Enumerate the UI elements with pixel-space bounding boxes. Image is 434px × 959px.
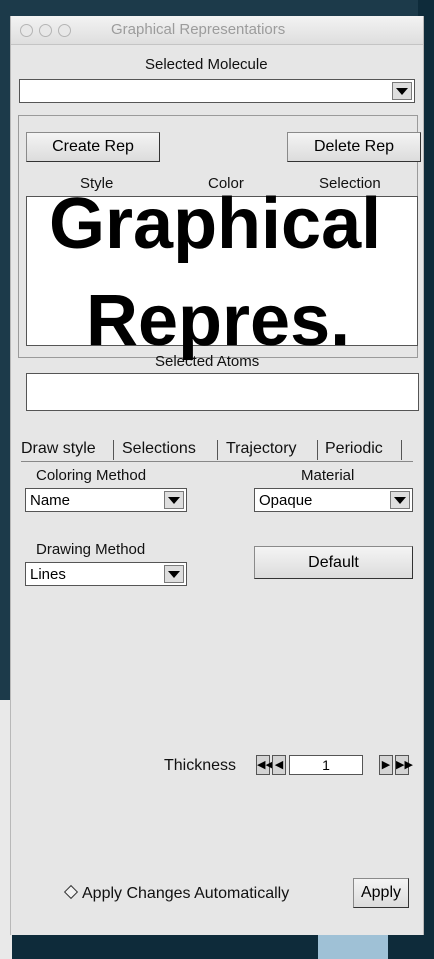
minimize-window-icon[interactable] — [39, 24, 52, 37]
zoom-window-icon[interactable] — [58, 24, 71, 37]
tab-separator — [401, 440, 402, 460]
selected-atoms-input[interactable] — [26, 373, 419, 411]
window-title: Graphical Representatiors — [111, 21, 286, 38]
dropdown-arrow-icon[interactable] — [164, 491, 184, 509]
create-rep-button[interactable]: Create Rep — [26, 132, 160, 162]
thickness-label: Thickness — [164, 757, 237, 774]
double-left-arrow-icon: ◀◀ — [257, 759, 274, 771]
tab-draw-style[interactable]: Draw style — [21, 440, 96, 462]
delete-rep-button[interactable]: Delete Rep — [287, 132, 421, 162]
selected-molecule-label: Selected Molecule — [145, 56, 268, 73]
coloring-method-label: Coloring Method — [36, 467, 147, 484]
background-light-patch — [318, 935, 388, 959]
tab-separator — [217, 440, 218, 460]
auto-apply-checkbox[interactable]: Apply Changes Automatically — [63, 884, 290, 903]
thickness-decrement-fast-button[interactable]: ◀◀ — [256, 755, 274, 775]
auto-apply-label: Apply Changes Automatically — [82, 885, 290, 902]
coloring-method-dropdown[interactable]: Name — [25, 488, 187, 512]
right-arrow-icon: ▶ — [381, 759, 391, 771]
tab-trajectory[interactable]: Trajectory — [226, 440, 297, 462]
drawing-method-label: Drawing Method — [36, 541, 146, 558]
graphical-representations-window: Graphical Representatiors Selected Molec… — [10, 16, 424, 935]
coloring-method-value: Name — [30, 492, 71, 509]
dropdown-arrow-icon[interactable] — [164, 565, 184, 583]
tab-periodic[interactable]: Periodic — [325, 440, 383, 462]
left-arrow-icon: ◀ — [274, 759, 284, 771]
thickness-increment-fast-button[interactable]: ▶▶ — [395, 755, 413, 775]
drawing-method-dropdown[interactable]: Lines — [25, 562, 187, 586]
thickness-increment-button[interactable]: ▶ — [379, 755, 393, 775]
dropdown-arrow-icon[interactable] — [392, 82, 412, 100]
tab-separator — [113, 440, 114, 460]
material-value: Opaque — [259, 492, 313, 509]
material-dropdown[interactable]: Opaque — [254, 488, 413, 512]
thickness-decrement-button[interactable]: ◀ — [272, 755, 286, 775]
tab-divider — [21, 461, 413, 462]
overlay-title-line2: Repres. — [86, 281, 351, 361]
tab-separator — [317, 440, 318, 460]
close-window-icon[interactable] — [20, 24, 33, 37]
title-bar[interactable]: Graphical Representatiors — [11, 16, 423, 45]
apply-button[interactable]: Apply — [353, 878, 409, 908]
dropdown-arrow-icon[interactable] — [390, 491, 410, 509]
material-label: Material — [301, 467, 355, 484]
drawing-method-value: Lines — [30, 566, 66, 583]
default-button[interactable]: Default — [254, 546, 413, 579]
overlay-title-line1: Graphical — [49, 184, 382, 264]
selected-molecule-dropdown[interactable] — [19, 79, 415, 103]
thickness-input[interactable]: 1 — [289, 755, 363, 775]
diamond-checkbox-icon — [63, 884, 79, 900]
tab-selections[interactable]: Selections — [122, 440, 196, 462]
double-right-arrow-icon: ▶▶ — [396, 759, 413, 771]
